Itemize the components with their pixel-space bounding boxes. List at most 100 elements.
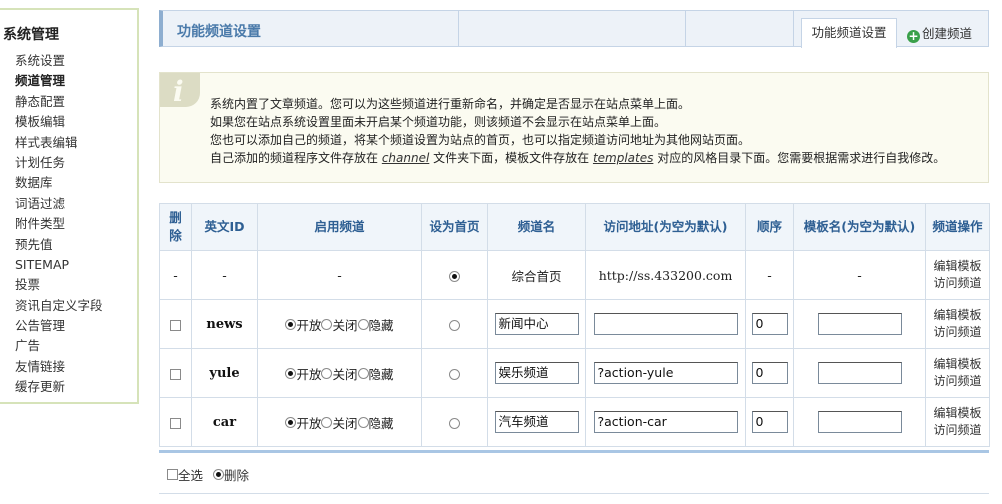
- enable-open-label: 开放: [296, 415, 322, 431]
- channel-template-input[interactable]: [817, 313, 902, 335]
- channel-folder-name: channel: [381, 151, 430, 165]
- edit-template-link[interactable]: 编辑模板: [926, 307, 989, 324]
- row-delete-checkbox[interactable]: [170, 368, 181, 380]
- home-enable-cell: -: [257, 250, 422, 300]
- sidebar-item-system-settings[interactable]: 系统设置: [15, 51, 103, 71]
- select-all-checkbox[interactable]: [167, 469, 178, 480]
- table-footer: 全选 删除: [159, 450, 989, 494]
- visit-channel-link[interactable]: 访问频道: [926, 275, 989, 292]
- channel-en-id: news: [191, 299, 258, 349]
- homepage-radio[interactable]: [449, 417, 460, 429]
- col-header-order: 顺序: [745, 203, 794, 251]
- visit-channel-link[interactable]: 访问频道: [926, 373, 989, 390]
- channel-name-input[interactable]: 汽车频道: [494, 411, 579, 433]
- col-header-channel-name: 频道名: [487, 203, 586, 251]
- notice-box: i 系统内置了文章频道。您可以为这些频道进行重新命名，并确定是否显示在站点菜单上…: [159, 72, 989, 183]
- sidebar-item-friend-links[interactable]: 友情链接: [15, 357, 103, 377]
- col-header-en-id: 英文ID: [191, 203, 258, 251]
- channel-url-input[interactable]: ?action-car: [593, 411, 738, 433]
- enable-hide-radio[interactable]: [357, 318, 369, 330]
- channel-name-input[interactable]: 新闻中心: [494, 313, 579, 335]
- channel-en-id: car: [191, 397, 258, 447]
- sidebar-item-scheduled-tasks[interactable]: 计划任务: [15, 153, 103, 173]
- homepage-radio[interactable]: [449, 270, 460, 282]
- edit-template-link[interactable]: 编辑模板: [926, 405, 989, 422]
- edit-template-link[interactable]: 编辑模板: [926, 258, 989, 275]
- enable-open-radio[interactable]: [285, 318, 297, 330]
- channel-url-input[interactable]: [593, 313, 738, 335]
- home-template-cell: -: [793, 250, 926, 300]
- plus-circle-icon: +: [907, 29, 920, 43]
- homepage-radio[interactable]: [449, 368, 460, 380]
- table-row: - - - 综合首页 http://ss.433200.com - - 编辑模板…: [159, 250, 990, 300]
- enable-hide-radio[interactable]: [357, 367, 369, 379]
- sidebar-item-template-edit[interactable]: 模板编辑: [15, 112, 103, 132]
- sidebar-item-channel-management[interactable]: 频道管理: [15, 71, 103, 91]
- header-divider: [793, 11, 794, 47]
- sidebar-item-ads[interactable]: 广告: [15, 336, 103, 356]
- channel-order-input[interactable]: 0: [751, 313, 788, 335]
- delete-radio[interactable]: [213, 469, 224, 480]
- home-delete-cell: -: [159, 250, 192, 300]
- table-row: yule 开放 关闭 隐藏 娱乐频道 ?action-yule 0 编辑模板 访问频道: [159, 348, 990, 398]
- channel-table: 删除 英文ID 启用频道 设为首页 频道名 访问地址(为空为默认) 顺序 模板名…: [159, 203, 990, 447]
- delete-label: 删除: [224, 468, 250, 483]
- enable-close-radio[interactable]: [321, 416, 333, 428]
- info-icon: i: [160, 73, 200, 108]
- sidebar-item-cache-update[interactable]: 缓存更新: [15, 377, 103, 397]
- home-url: http://ss.433200.com: [585, 250, 746, 300]
- enable-hide-radio[interactable]: [357, 416, 369, 428]
- page-title: 功能频道设置: [177, 24, 261, 40]
- sidebar-item-vote[interactable]: 投票: [15, 275, 103, 295]
- sidebar-item-preset-values[interactable]: 预先值: [15, 235, 103, 255]
- create-channel-button[interactable]: + 创建频道: [907, 23, 972, 43]
- channel-url-input[interactable]: ?action-yule: [593, 362, 738, 384]
- sidebar-item-custom-fields[interactable]: 资讯自定义字段: [15, 296, 103, 316]
- channel-name-input[interactable]: 娱乐频道: [494, 362, 579, 384]
- sidebar-item-stylesheet-edit[interactable]: 样式表编辑: [15, 133, 103, 153]
- sidebar-item-word-filter[interactable]: 词语过滤: [15, 194, 103, 214]
- notice-line: 如果您在站点系统设置里面未开启某个频道功能，则该频道不会显示在站点菜单上面。: [210, 115, 667, 129]
- row-delete-checkbox[interactable]: [170, 417, 181, 429]
- col-header-enable: 启用频道: [257, 203, 422, 251]
- enable-open-radio[interactable]: [285, 416, 297, 428]
- sidebar-item-sitemap[interactable]: SITEMAP: [15, 255, 103, 275]
- sidebar-item-database[interactable]: 数据库: [15, 173, 103, 193]
- channel-template-input[interactable]: [817, 362, 902, 384]
- edit-template-link[interactable]: 编辑模板: [926, 356, 989, 373]
- channel-en-id: yule: [191, 348, 258, 398]
- enable-hide-label: 隐藏: [368, 317, 394, 333]
- sidebar: 系统管理 系统设置 频道管理 静态配置 模板编辑 样式表编辑 计划任务 数据库 …: [0, 8, 139, 404]
- channel-order-input[interactable]: 0: [751, 411, 788, 433]
- sidebar-title: 系统管理: [3, 27, 59, 43]
- enable-close-radio[interactable]: [321, 367, 333, 379]
- header-divider: [685, 11, 686, 47]
- enable-close-radio[interactable]: [321, 318, 333, 330]
- row-delete-checkbox[interactable]: [170, 319, 181, 331]
- enable-close-label: 关闭: [332, 317, 358, 333]
- page-header: 功能频道设置 功能频道设置 + 创建频道: [159, 10, 989, 48]
- enable-open-label: 开放: [296, 317, 322, 333]
- notice-line: 您也可以添加自己的频道，将某个频道设置为站点的首页，也可以指定频道访问地址为其他…: [210, 133, 751, 147]
- notice-line: 自己添加的频道程序文件存放在 channel 文件夹下面，模板文件存放在 tem…: [210, 151, 946, 165]
- visit-channel-link[interactable]: 访问频道: [926, 324, 989, 341]
- enable-open-radio[interactable]: [285, 367, 297, 379]
- col-header-template: 模板名(为空为默认): [793, 203, 926, 251]
- sidebar-item-announcements[interactable]: 公告管理: [15, 316, 103, 336]
- enable-hide-label: 隐藏: [368, 415, 394, 431]
- select-all-label: 全选: [178, 468, 204, 483]
- col-header-operations: 频道操作: [925, 203, 990, 251]
- homepage-radio[interactable]: [449, 319, 460, 331]
- channel-template-input[interactable]: [817, 411, 902, 433]
- visit-channel-link[interactable]: 访问频道: [926, 422, 989, 439]
- table-row: car 开放 关闭 隐藏 汽车频道 ?action-car 0 编辑模板 访问频道: [159, 397, 990, 447]
- sidebar-item-attachment-types[interactable]: 附件类型: [15, 214, 103, 234]
- notice-line: 系统内置了文章频道。您可以为这些频道进行重新命名，并确定是否显示在站点菜单上面。: [210, 97, 691, 111]
- header-divider: [458, 11, 459, 47]
- sidebar-item-static-config[interactable]: 静态配置: [15, 92, 103, 112]
- channel-order-input[interactable]: 0: [751, 362, 788, 384]
- col-header-homepage: 设为首页: [421, 203, 488, 251]
- enable-close-label: 关闭: [332, 415, 358, 431]
- tab-channel-settings[interactable]: 功能频道设置: [801, 18, 897, 48]
- home-channel-name: 综合首页: [487, 250, 586, 300]
